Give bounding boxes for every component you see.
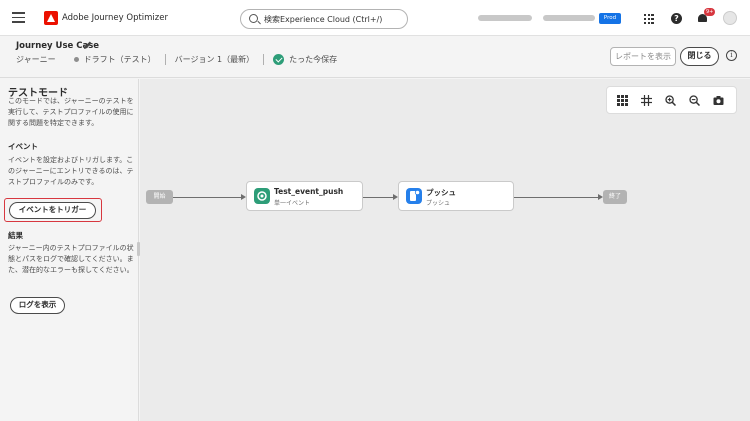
node-subtitle: プッシュ [426,200,451,207]
zoom-out-icon[interactable] [689,95,700,106]
top-bar: Adobe Journey Optimizer 検索Experience Clo… [0,0,750,36]
sandbox-name-blurred[interactable] [543,15,595,21]
edge-event-push [363,197,393,198]
app-name: Adobe Journey Optimizer [62,13,168,23]
canvas-toolbar [606,86,737,114]
journey-meta: ジャーニー ドラフト（テスト） バージョン 1（最新） たった今保存 [16,54,337,65]
journey-canvas[interactable] [140,79,750,421]
divider [164,54,166,65]
node-title: プッシュ [426,188,456,197]
notification-badge: 9+ [704,8,716,16]
results-heading: 結果 [8,231,23,240]
close-button[interactable]: 閉じる [680,47,719,66]
sandbox-badge[interactable]: Prod [599,13,621,24]
view-log-button[interactable]: ログを表示 [10,297,65,314]
push-icon [406,188,422,204]
trigger-event-button[interactable]: イベントをトリガー [9,202,96,219]
divider [263,54,265,65]
node-push[interactable]: プッシュ プッシュ [398,181,514,211]
save-state: たった今保存 [289,55,338,64]
grid-icon[interactable] [617,95,628,106]
org-name-blurred [478,15,532,21]
end-node[interactable]: 終了 [603,190,627,204]
notification-bell-icon[interactable]: 9+ [697,8,716,24]
view-report-button[interactable]: レポートを表示 [610,47,676,66]
results-description: ジャーニー内のテストプロファイルの状態とパスをログで確認してください。また、潜在… [8,244,134,274]
apps-icon[interactable] [644,14,654,24]
search-input[interactable]: 検索Experience Cloud (Ctrl+/) [240,9,408,29]
menu-icon[interactable] [12,12,25,24]
saved-check-icon [273,54,285,65]
event-heading: イベント [8,142,38,151]
node-subtitle: 単一イベント [274,200,311,207]
edge-push-end [514,197,598,198]
screenshot-icon[interactable] [713,95,724,106]
status-dot-icon [73,57,79,62]
journey-status: ドラフト（テスト） [83,55,156,64]
edge-start-event [173,197,241,198]
node-test-event-push[interactable]: Test_event_push 単一イベント [246,181,363,211]
info-icon[interactable]: i [726,50,737,61]
adobe-logo [44,11,58,25]
test-mode-panel: テストモード このモードでは、ジャーニーのテストを実行して、テストプロファイルの… [0,79,139,421]
node-title: Test_event_push [274,187,344,196]
panel-description: このモードでは、ジャーニーのテストを実行して、テストプロファイルの使用に関する問… [8,97,134,127]
event-icon [254,188,270,204]
journey-type: ジャーニー [16,55,56,64]
arrange-icon[interactable] [641,95,652,106]
search-icon [249,14,258,23]
help-icon[interactable]: ? [671,13,682,24]
search-placeholder: 検索Experience Cloud (Ctrl+/) [264,15,383,24]
avatar[interactable] [723,11,737,25]
journey-version: バージョン 1（最新） [174,55,255,64]
start-node[interactable]: 開始 [146,190,173,204]
event-description: イベントを設定およびトリガします。このジャーニーにエントリできるのは、テストプロ… [8,156,134,186]
edit-pencil-icon[interactable] [83,40,93,50]
zoom-in-icon[interactable] [665,95,676,106]
